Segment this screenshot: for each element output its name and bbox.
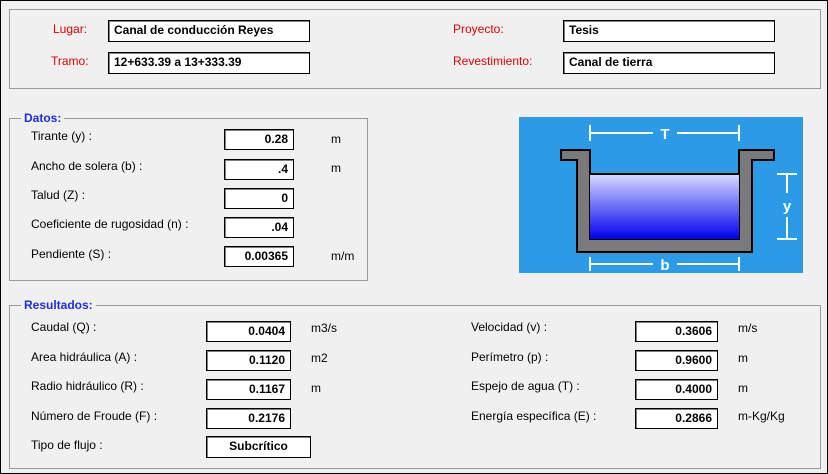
perimetro-unit: m (738, 351, 748, 365)
pendiente-unit: m/m (331, 249, 355, 263)
radio-output[interactable]: 0.1167 (206, 379, 291, 400)
proyecto-label: Proyecto: (453, 22, 504, 36)
area-output[interactable]: 0.1120 (206, 350, 291, 371)
resultados-title: Resultados: (21, 298, 96, 312)
rugosidad-input[interactable]: .04 (224, 217, 294, 238)
ancho-label: Ancho de solera (b) : (31, 159, 143, 173)
area-label: Area hidráulica (A) : (31, 350, 138, 364)
radio-unit: m (311, 381, 321, 395)
froude-output[interactable]: 0.2176 (206, 408, 291, 429)
radio-label: Radio hidráulico (R) : (31, 379, 144, 393)
y-dimension-label: y (783, 198, 792, 215)
espejo-unit: m (738, 381, 748, 395)
revestimiento-label: Revestimiento: (453, 54, 533, 68)
perimetro-label: Perímetro (p) : (471, 350, 549, 364)
energia-unit: m-Kg/Kg (738, 409, 785, 423)
espejo-label: Espejo de agua (T) : (471, 379, 580, 393)
area-unit: m2 (311, 351, 328, 365)
tirante-label: Tirante (y) : (31, 129, 92, 143)
velocidad-output[interactable]: 0.3606 (635, 321, 718, 342)
channel-section-diagram: T y b (519, 117, 803, 273)
velocidad-label: Velocidad (v) : (471, 320, 548, 334)
pendiente-input[interactable]: 0.00365 (224, 246, 294, 267)
lugar-label: Lugar: (53, 22, 88, 36)
b-dimension-label: b (660, 257, 669, 273)
tirante-input[interactable]: 0.28 (224, 129, 294, 150)
talud-input[interactable]: 0 (224, 188, 294, 209)
caudal-label: Caudal (Q) : (31, 320, 97, 334)
pendiente-label: Pendiente (S) : (31, 247, 112, 261)
velocidad-unit: m/s (738, 321, 758, 335)
froude-label: Número de Froude (F) : (31, 409, 158, 423)
t-dimension-label: T (660, 126, 669, 143)
water-body (590, 174, 739, 239)
perimetro-output[interactable]: 0.9600 (635, 350, 718, 371)
datos-title: Datos: (21, 111, 65, 125)
caudal-unit: m3/s (311, 321, 338, 335)
ancho-input[interactable]: .4 (224, 159, 294, 180)
tramo-label: Tramo: (51, 54, 89, 68)
ancho-unit: m (331, 161, 341, 175)
header-panel: Lugar: Canal de conducción Reyes Tramo: … (9, 9, 821, 89)
energia-output[interactable]: 0.2866 (635, 408, 718, 429)
proyecto-field[interactable]: Tesis (563, 20, 775, 42)
rugosidad-label: Coeficiente de rugosidad (n) : (31, 217, 189, 231)
talud-label: Talud (Z) : (31, 188, 86, 202)
caudal-output[interactable]: 0.0404 (206, 321, 291, 342)
main-window: Lugar: Canal de conducción Reyes Tramo: … (0, 0, 828, 474)
revestimiento-field[interactable]: Canal de tierra (563, 52, 775, 74)
espejo-output[interactable]: 0.4000 (635, 379, 718, 400)
tipo-flujo-label: Tipo de flujo : (31, 438, 103, 452)
tipo-flujo-output[interactable]: Subcrítico (206, 436, 311, 458)
lugar-field[interactable]: Canal de conducción Reyes (108, 20, 310, 42)
tirante-unit: m (331, 132, 341, 146)
energia-label: Energía específica (E) : (471, 409, 597, 423)
tramo-field[interactable]: 12+633.39 a 13+333.39 (108, 52, 310, 74)
